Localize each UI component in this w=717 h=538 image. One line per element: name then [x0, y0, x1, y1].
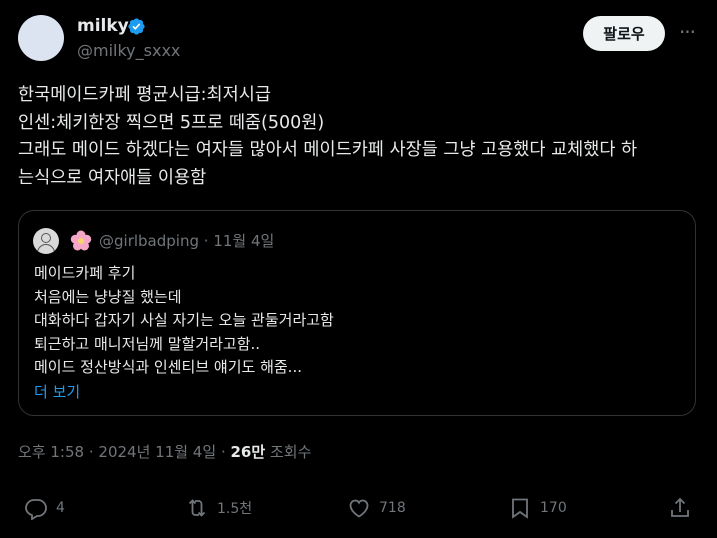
repost-button[interactable]: 1.5천	[185, 496, 252, 520]
repost-icon	[188, 499, 206, 517]
post-line: 한국메이드카페 평균시급:최저시급	[18, 85, 271, 105]
reply-count: 4	[56, 500, 65, 516]
flower-icon	[70, 230, 92, 251]
quoted-text: 메이드카페 후기 처음에는 냥냥질 했는데 대화하다 갑자기 사실 자기는 오늘…	[34, 262, 684, 380]
verified-badge-icon	[128, 18, 145, 35]
show-more-link[interactable]: 더 보기	[34, 381, 80, 402]
quoted-line: 퇴근하고 매니저님께 말할거라고함..	[34, 334, 261, 353]
quoted-handle[interactable]: @girlbadping	[99, 232, 199, 250]
action-bar: 4 1.5천 718 170	[0, 496, 717, 526]
quoted-post[interactable]: @girlbadping · 11월 4일 메이드카페 후기 처음에는 냥냥질 …	[18, 210, 696, 416]
author-handle[interactable]: @milky_sxxx	[77, 41, 180, 60]
quoted-line: 처음에는 냥냥질 했는데	[34, 287, 182, 306]
reply-icon	[25, 499, 47, 520]
author-name[interactable]: milky	[77, 16, 129, 36]
post-line: 그래도 메이드 하겠다는 여자들 많아서 메이드카페 사장들 그냥 고용했다 교…	[18, 140, 638, 160]
more-options-icon[interactable]: ···	[676, 22, 698, 44]
share-button[interactable]	[668, 496, 700, 520]
reply-button[interactable]: 4	[24, 496, 65, 520]
post-date[interactable]: 2024년 11월 4일	[98, 443, 216, 461]
quoted-date[interactable]: 11월 4일	[213, 232, 274, 250]
quoted-line: 대화하다 갑자기 사실 자기는 오늘 관둘거라고함	[34, 311, 334, 329]
bookmark-button[interactable]: 170	[508, 496, 567, 520]
post-line: 는식으로 여자애들 이용함	[18, 167, 207, 188]
bookmark-icon	[512, 498, 528, 519]
post-line: 인센:체키한장 찍으면 5프로 떼줌(500원)	[18, 112, 325, 133]
like-button[interactable]: 718	[347, 496, 406, 520]
heart-icon	[349, 499, 369, 518]
like-count: 718	[379, 500, 406, 516]
views-count: 26만	[230, 443, 266, 461]
views-label: 조회수	[269, 443, 312, 461]
quoted-meta: @girlbadping · 11월 4일	[99, 232, 275, 250]
quoted-avatar	[33, 228, 59, 254]
repost-count: 1.5천	[217, 501, 253, 517]
post-text: 한국메이드카페 평균시급:최저시급 인센:체키한장 찍으면 5프로 떼줌(500…	[18, 82, 703, 192]
post-time[interactable]: 오후 1:58	[18, 443, 84, 461]
follow-button[interactable]: 팔로우	[583, 16, 665, 51]
bookmark-count: 170	[540, 500, 567, 516]
author-avatar[interactable]	[18, 15, 64, 61]
quoted-line: 메이드 정산방식과 인센티브 얘기도 해줌...	[34, 358, 302, 376]
quoted-line: 메이드카페 후기	[34, 264, 136, 282]
post-timestamp: 오후 1:58 · 2024년 11월 4일 · 26만 조회수	[18, 443, 312, 461]
share-icon	[671, 497, 689, 517]
